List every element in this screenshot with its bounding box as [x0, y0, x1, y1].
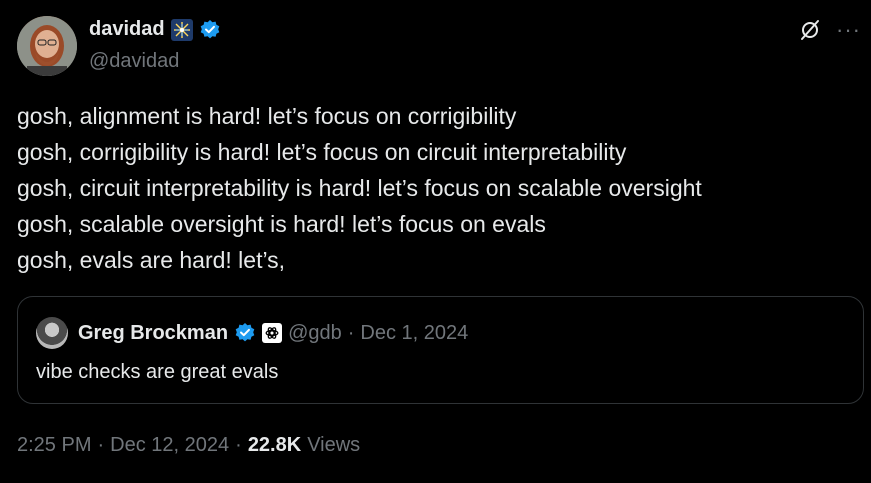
quoted-tweet-text: vibe checks are great evals: [36, 361, 279, 383]
tweet-body: gosh, alignment is hard! let’s focus on …: [17, 98, 862, 278]
author-avatar-image: [17, 16, 77, 76]
separator-dot: ·: [97, 434, 105, 456]
author-name-row: davidad: [89, 18, 221, 41]
quoted-author-avatar[interactable]: [36, 317, 68, 349]
quoted-author-handle[interactable]: @gdb: [288, 322, 342, 345]
separator-dot: ·: [347, 321, 355, 344]
quoted-tweet-card[interactable]: Greg Brockman @gdb · Dec 1, 2024 vibe ch…: [17, 296, 864, 404]
grok-icon[interactable]: [798, 18, 822, 42]
views-label: Views: [307, 434, 361, 456]
author-avatar[interactable]: [17, 16, 77, 76]
views-count[interactable]: 22.8K: [248, 434, 301, 457]
separator-dot: ·: [235, 434, 242, 456]
tweet-line: gosh, circuit interpretability is hard! …: [17, 175, 702, 201]
tweet-metadata: 2:25 PM · Dec 12, 2024 · 22.8K Views: [17, 434, 360, 457]
quoted-tweet-date[interactable]: Dec 1, 2024: [360, 322, 468, 345]
openai-logo-icon[interactable]: [262, 323, 283, 343]
tweet-time[interactable]: 2:25 PM: [17, 434, 91, 457]
author-display-name[interactable]: davidad: [89, 18, 165, 41]
verified-badge-icon[interactable]: [234, 322, 256, 344]
author-handle[interactable]: @davidad: [89, 50, 179, 73]
tweet-line: gosh, corrigibility is hard! let’s focus…: [17, 139, 627, 165]
quoted-tweet-header: Greg Brockman @gdb · Dec 1, 2024: [36, 317, 468, 349]
tweet-line: gosh, scalable oversight is hard! let’s …: [17, 211, 546, 237]
tweet-date[interactable]: Dec 12, 2024: [110, 434, 229, 457]
tweet-line: gosh, evals are hard! let’s,: [17, 247, 286, 273]
top-actions: ···: [798, 18, 861, 42]
more-icon[interactable]: ···: [836, 19, 861, 41]
verified-badge-icon[interactable]: [199, 19, 221, 41]
quoted-author-name[interactable]: Greg Brockman: [78, 322, 228, 345]
sparkle-burst-icon[interactable]: [170, 18, 193, 41]
tweet-line: gosh, alignment is hard! let’s focus on …: [17, 103, 517, 129]
